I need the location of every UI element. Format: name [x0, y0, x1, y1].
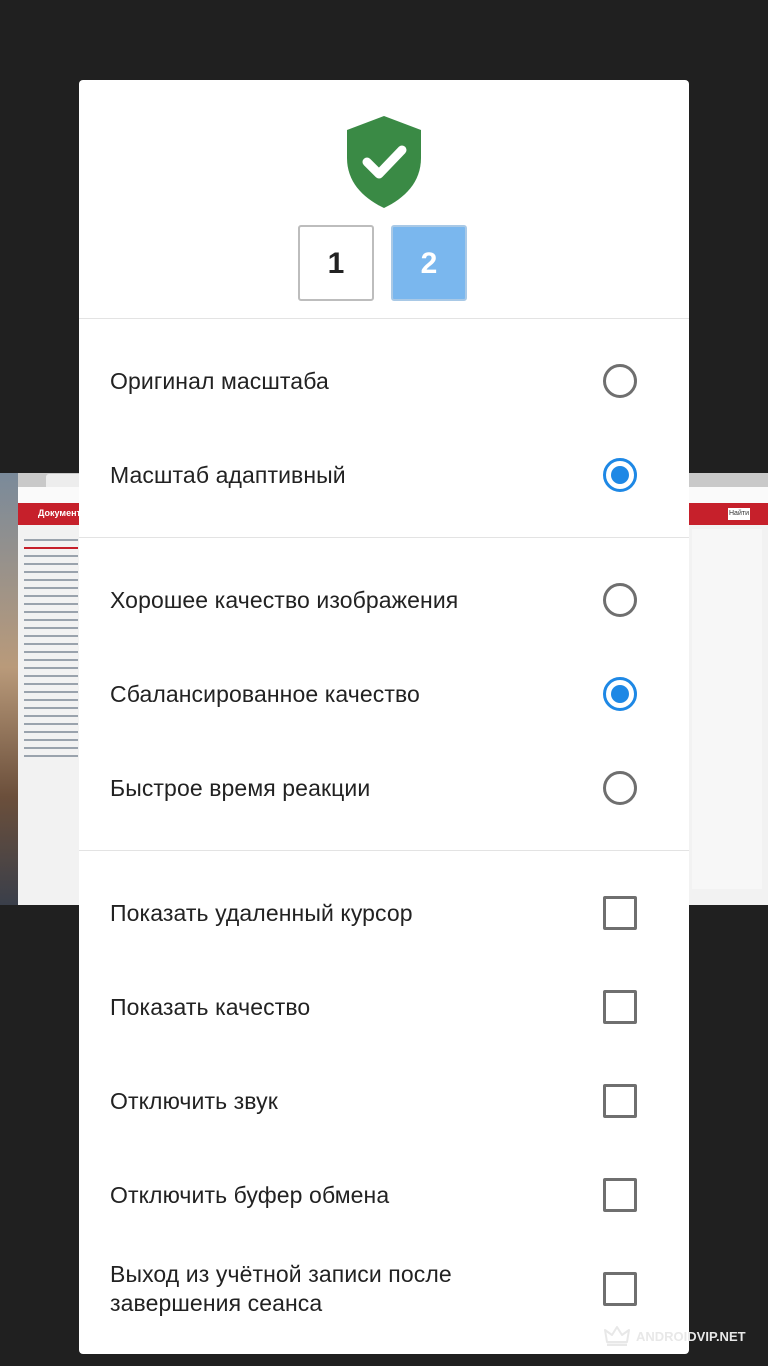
divider [79, 850, 689, 851]
option-label: Оригинал масштаба [110, 367, 329, 394]
option-show-remote-cursor[interactable]: Показать удаленный курсор [79, 866, 689, 960]
radio-adaptive-scale[interactable] [603, 458, 637, 492]
option-label: Показать удаленный курсор [110, 899, 413, 926]
option-original-scale[interactable]: Оригинал масштаба [79, 334, 689, 428]
option-label: Выход из учётной записи после завершения… [110, 1261, 452, 1316]
checkbox-show-remote-cursor[interactable] [603, 896, 637, 930]
option-logout-after-session[interactable]: Выход из учётной записи после завершения… [79, 1242, 689, 1336]
docs-search-button: Найти [728, 508, 750, 520]
taskbar [0, 473, 18, 905]
option-label: Сбалансированное качество [110, 680, 420, 707]
checkbox-show-quality[interactable] [603, 990, 637, 1024]
radio-original-scale[interactable] [603, 364, 637, 398]
radio-balanced-quality[interactable] [603, 677, 637, 711]
checkbox-mute-sound[interactable] [603, 1084, 637, 1118]
divider [79, 537, 689, 538]
option-label: Хорошее качество изображения [110, 586, 459, 613]
option-disable-clipboard[interactable]: Отключить буфер обмена [79, 1148, 689, 1242]
docs-toc [24, 533, 78, 763]
docs-content [692, 529, 762, 889]
session-settings-dialog: 1 2 Оригинал масштаба Масштаб адаптивный… [79, 80, 689, 1354]
option-label: Быстрое время реакции [110, 774, 371, 801]
monitor-1-button[interactable]: 1 [298, 225, 374, 301]
checkbox-disable-clipboard[interactable] [603, 1178, 637, 1212]
crown-icon [604, 1326, 630, 1346]
option-balanced-quality[interactable]: Сбалансированное качество [79, 647, 689, 741]
monitor-2-button[interactable]: 2 [391, 225, 467, 301]
option-show-quality[interactable]: Показать качество [79, 960, 689, 1054]
option-label: Масштаб адаптивный [110, 461, 346, 488]
option-mute-sound[interactable]: Отключить звук [79, 1054, 689, 1148]
watermark-text: ANDROIDVIP.NET [636, 1328, 746, 1344]
watermark: ANDROIDVIP.NET [604, 1322, 746, 1350]
option-label: Отключить звук [110, 1087, 278, 1114]
option-label: Отключить буфер обмена [110, 1181, 390, 1208]
option-good-quality[interactable]: Хорошее качество изображения [79, 553, 689, 647]
radio-fast-response[interactable] [603, 771, 637, 805]
radio-good-quality[interactable] [603, 583, 637, 617]
option-label: Показать качество [110, 993, 311, 1020]
divider [79, 318, 689, 319]
option-adaptive-scale[interactable]: Масштаб адаптивный [79, 428, 689, 522]
checkbox-logout-after-session[interactable] [603, 1272, 637, 1306]
option-fast-response[interactable]: Быстрое время реакции [79, 741, 689, 835]
shield-check-icon [347, 116, 421, 208]
